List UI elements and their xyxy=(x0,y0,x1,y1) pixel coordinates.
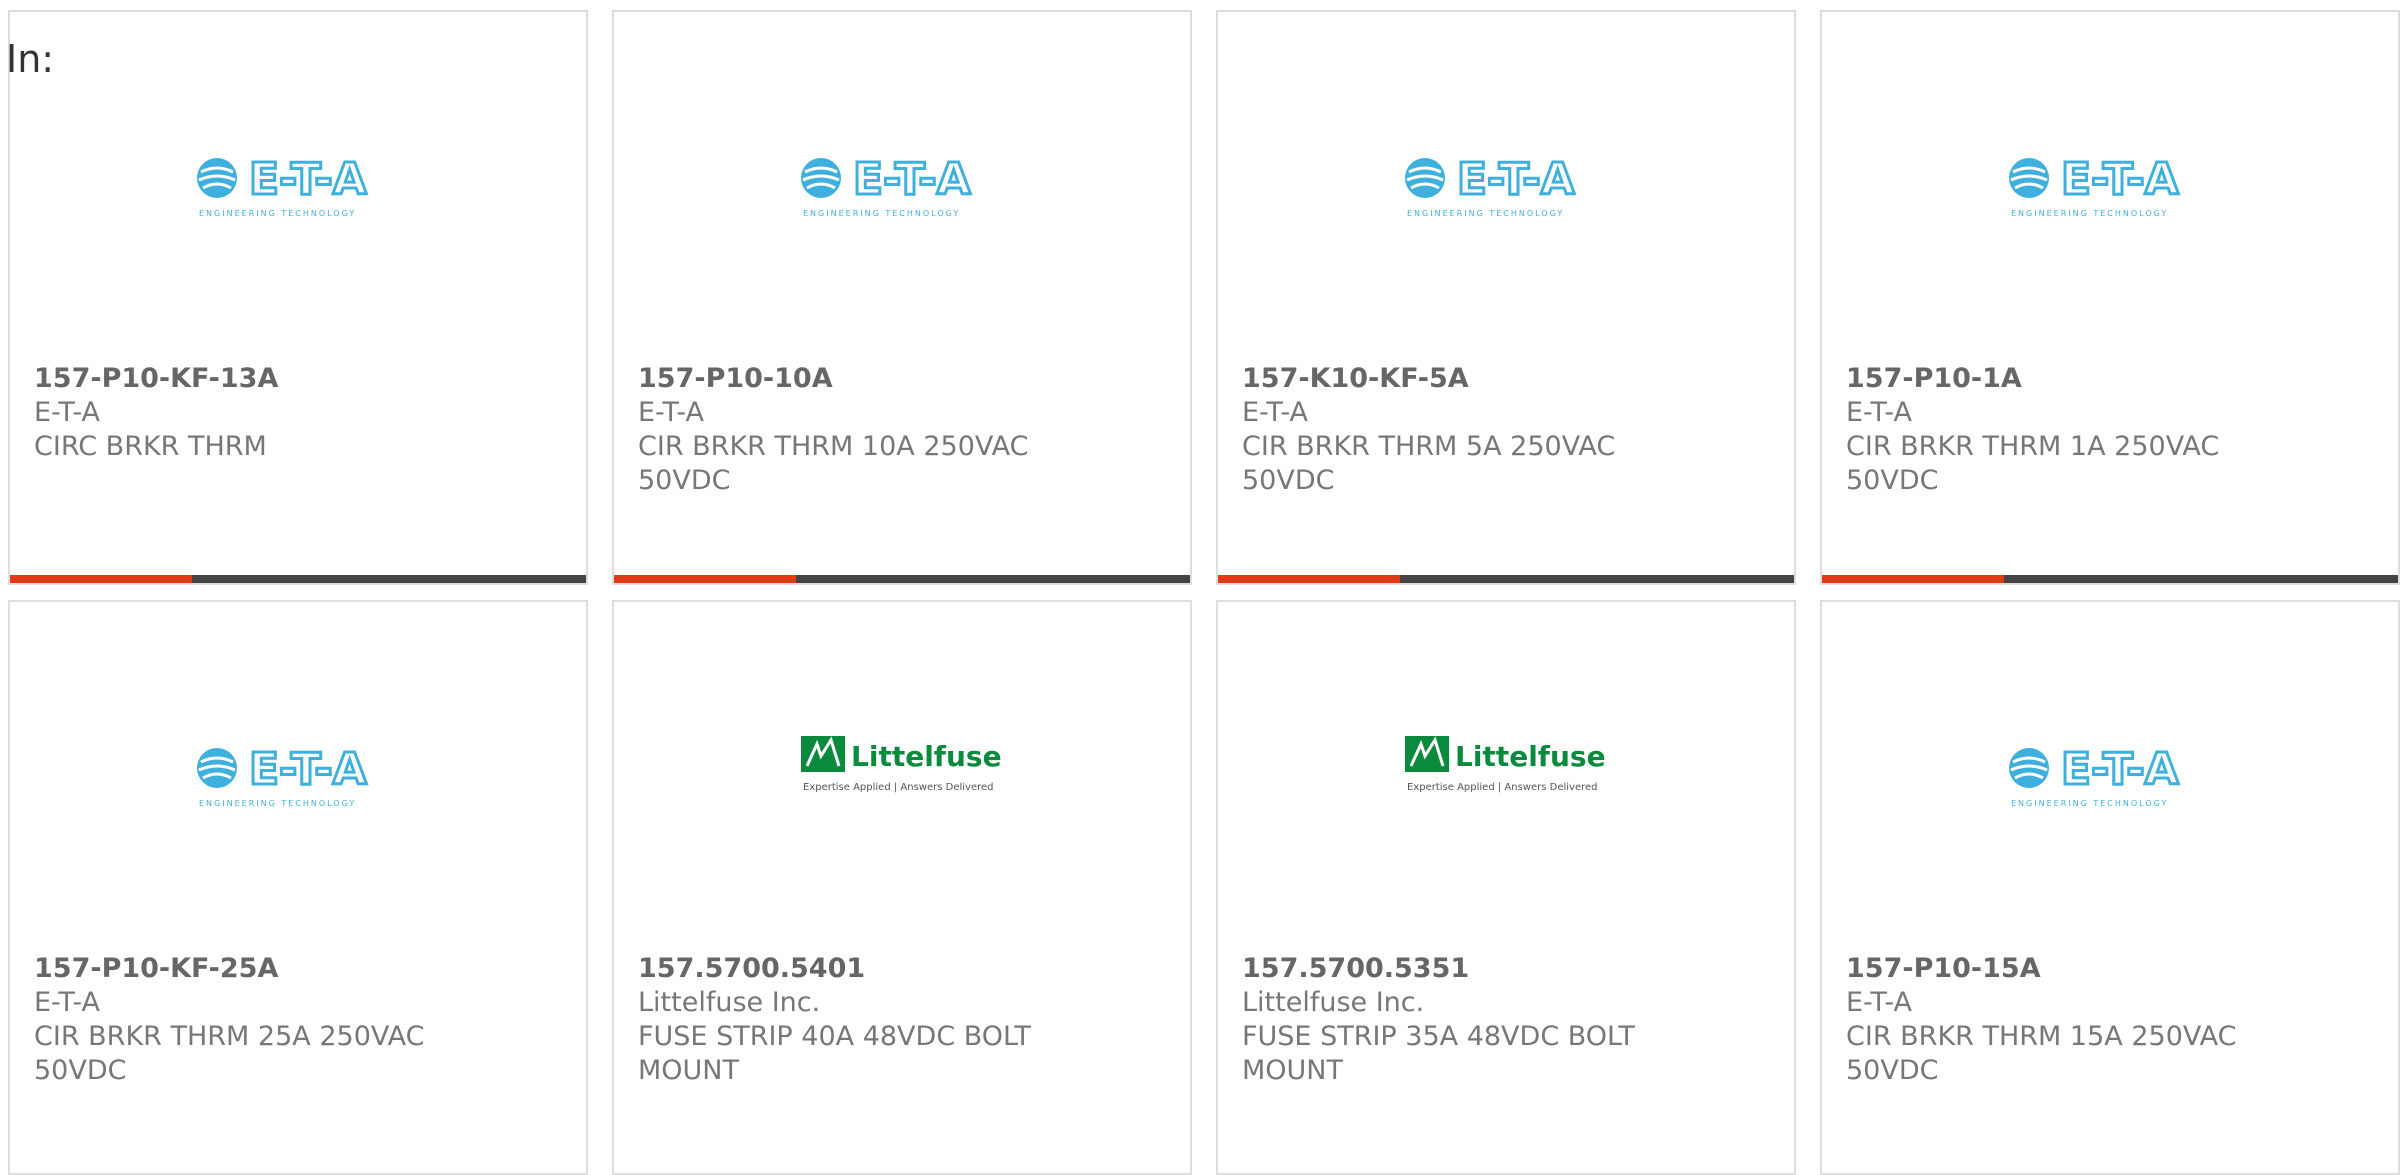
manufacturer: E-T-A xyxy=(638,397,704,428)
product-card[interactable]: E-T-A ENGINEERING TECHNOLOGY 157-P10-15A… xyxy=(1820,600,2400,1175)
littelfuse-logo: Littelfuse Expertise Applied | Answers D… xyxy=(614,730,1190,830)
littelfuse-logo: Littelfuse Expertise Applied | Answers D… xyxy=(1218,730,1794,830)
eta-logo: E-T-A ENGINEERING TECHNOLOGY xyxy=(10,730,586,830)
svg-text:Littelfuse: Littelfuse xyxy=(851,740,1002,773)
product-card[interactable]: Littelfuse Expertise Applied | Answers D… xyxy=(612,600,1192,1175)
product-card[interactable]: Littelfuse Expertise Applied | Answers D… xyxy=(1216,600,1796,1175)
eta-logo: E-T-A ENGINEERING TECHNOLOGY xyxy=(10,140,586,240)
product-card[interactable]: E-T-A ENGINEERING TECHNOLOGY 157-K10-KF-… xyxy=(1216,10,1796,585)
product-card[interactable]: E-T-A ENGINEERING TECHNOLOGY 157-P10-1A … xyxy=(1820,10,2400,585)
description: FUSE STRIP 40A 48VDC BOLT MOUNT xyxy=(638,1021,1031,1086)
manufacturer: E-T-A xyxy=(34,397,100,428)
description: FUSE STRIP 35A 48VDC BOLT MOUNT xyxy=(1242,1021,1635,1086)
card-bottom-bar xyxy=(1218,575,1794,583)
in-label: In: xyxy=(6,37,55,81)
part-number[interactable]: 157-P10-15A xyxy=(1846,952,2276,986)
svg-text:Littelfuse: Littelfuse xyxy=(1455,740,1606,773)
svg-text:E-T-A: E-T-A xyxy=(2061,154,2179,205)
svg-text:ENGINEERING TECHNOLOGY: ENGINEERING TECHNOLOGY xyxy=(199,209,356,218)
manufacturer: E-T-A xyxy=(1242,397,1308,428)
card-bottom-bar xyxy=(10,575,586,583)
manufacturer: E-T-A xyxy=(1846,397,1912,428)
svg-text:E-T-A: E-T-A xyxy=(249,744,367,795)
part-number[interactable]: 157-P10-KF-13A xyxy=(34,362,464,396)
svg-text:E-T-A: E-T-A xyxy=(853,154,971,205)
svg-text:Expertise Applied | Answers De: Expertise Applied | Answers Delivered xyxy=(1407,782,1598,793)
description: CIR BRKR THRM 1A 250VAC 50VDC xyxy=(1846,431,2220,496)
svg-text:Expertise Applied | Answers De: Expertise Applied | Answers Delivered xyxy=(803,782,994,793)
eta-logo: E-T-A ENGINEERING TECHNOLOGY xyxy=(1822,730,2398,830)
manufacturer: E-T-A xyxy=(1846,987,1912,1018)
part-number[interactable]: 157.5700.5351 xyxy=(1242,952,1672,986)
svg-text:E-T-A: E-T-A xyxy=(2061,744,2179,795)
svg-text:E-T-A: E-T-A xyxy=(249,154,367,205)
svg-text:ENGINEERING TECHNOLOGY: ENGINEERING TECHNOLOGY xyxy=(2011,799,2168,808)
part-number[interactable]: 157.5700.5401 xyxy=(638,952,1068,986)
card-bottom-bar xyxy=(614,575,1190,583)
card-bottom-bar xyxy=(1822,575,2398,583)
part-number[interactable]: 157-P10-1A xyxy=(1846,362,2276,396)
description: CIR BRKR THRM 25A 250VAC 50VDC xyxy=(34,1021,425,1086)
part-number[interactable]: 157-K10-KF-5A xyxy=(1242,362,1672,396)
manufacturer: Littelfuse Inc. xyxy=(1242,987,1425,1018)
part-number[interactable]: 157-P10-10A xyxy=(638,362,1068,396)
product-card[interactable]: E-T-A ENGINEERING TECHNOLOGY 157-P10-10A… xyxy=(612,10,1192,585)
eta-logo: E-T-A ENGINEERING TECHNOLOGY xyxy=(1218,140,1794,240)
eta-logo: E-T-A ENGINEERING TECHNOLOGY xyxy=(1822,140,2398,240)
svg-text:ENGINEERING TECHNOLOGY: ENGINEERING TECHNOLOGY xyxy=(803,209,960,218)
product-grid: E-T-A ENGINEERING TECHNOLOGY 157-P10-KF-… xyxy=(0,0,2400,1175)
description: CIR BRKR THRM 5A 250VAC 50VDC xyxy=(1242,431,1616,496)
product-card[interactable]: E-T-A ENGINEERING TECHNOLOGY 157-P10-KF-… xyxy=(8,600,588,1175)
description: CIRC BRKR THRM xyxy=(34,431,267,462)
manufacturer: Littelfuse Inc. xyxy=(638,987,821,1018)
description: CIR BRKR THRM 10A 250VAC 50VDC xyxy=(638,431,1029,496)
eta-logo: E-T-A ENGINEERING TECHNOLOGY xyxy=(614,140,1190,240)
description: CIR BRKR THRM 15A 250VAC 50VDC xyxy=(1846,1021,2237,1086)
svg-text:ENGINEERING TECHNOLOGY: ENGINEERING TECHNOLOGY xyxy=(1407,209,1564,218)
svg-text:ENGINEERING TECHNOLOGY: ENGINEERING TECHNOLOGY xyxy=(2011,209,2168,218)
product-card[interactable]: E-T-A ENGINEERING TECHNOLOGY 157-P10-KF-… xyxy=(8,10,588,585)
svg-text:ENGINEERING TECHNOLOGY: ENGINEERING TECHNOLOGY xyxy=(199,799,356,808)
part-number[interactable]: 157-P10-KF-25A xyxy=(34,952,464,986)
manufacturer: E-T-A xyxy=(34,987,100,1018)
svg-text:E-T-A: E-T-A xyxy=(1457,154,1575,205)
